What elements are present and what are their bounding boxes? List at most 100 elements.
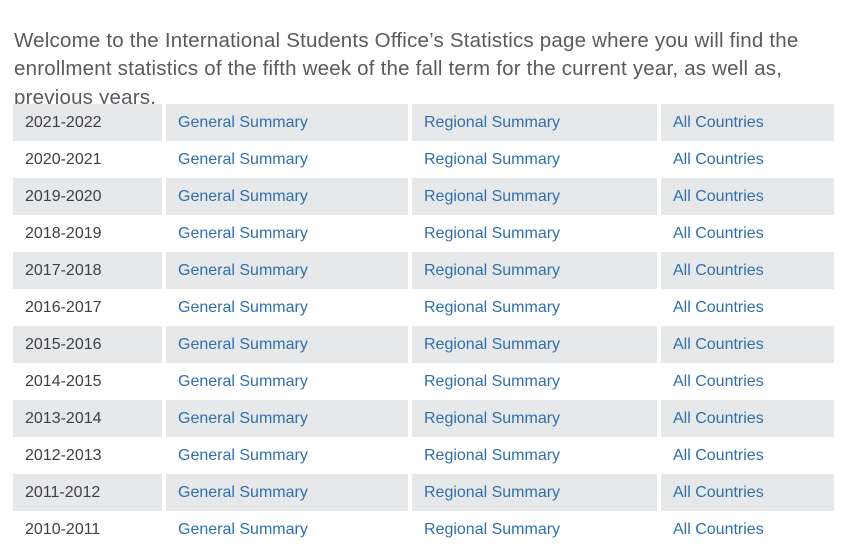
- cell-academic-year: 2011-2012: [13, 474, 164, 511]
- cell-regional: Regional Summary: [410, 511, 659, 548]
- regional-summary-link[interactable]: Regional Summary: [424, 373, 560, 390]
- cell-academic-year: 2018-2019: [13, 215, 164, 252]
- general-summary-link[interactable]: General Summary: [178, 336, 308, 353]
- cell-countries: All Countries: [659, 289, 834, 326]
- all-countries-link[interactable]: All Countries: [673, 484, 764, 501]
- table-row: 2015-2016General SummaryRegional Summary…: [13, 326, 834, 363]
- regional-summary-link[interactable]: Regional Summary: [424, 447, 560, 464]
- cell-general: General Summary: [164, 252, 410, 289]
- regional-summary-link[interactable]: Regional Summary: [424, 262, 560, 279]
- cell-countries: All Countries: [659, 252, 834, 289]
- cell-general: General Summary: [164, 326, 410, 363]
- cell-countries: All Countries: [659, 326, 834, 363]
- academic-year-label: 2012-2013: [25, 447, 102, 464]
- academic-year-label: 2013-2014: [25, 410, 102, 427]
- cell-general: General Summary: [164, 474, 410, 511]
- general-summary-link[interactable]: General Summary: [178, 262, 308, 279]
- academic-year-label: 2010-2011: [25, 521, 100, 538]
- academic-year-label: 2019-2020: [25, 188, 102, 205]
- regional-summary-link[interactable]: Regional Summary: [424, 225, 560, 242]
- academic-year-label: 2018-2019: [25, 225, 102, 242]
- cell-countries: All Countries: [659, 104, 834, 141]
- table-row: 2011-2012 General Summary Regional Summary…: [13, 474, 834, 511]
- cell-general: General Summary: [164, 511, 410, 548]
- general-summary-link[interactable]: General Summary: [178, 521, 308, 538]
- cell-academic-year: 2019-2020: [13, 178, 164, 215]
- cell-regional: Regional Summary: [410, 400, 659, 437]
- table-row: 2021-2022 General Summary Regional Summary…: [13, 104, 834, 141]
- academic-year-label: 2021-2022: [25, 114, 102, 131]
- table-row: 2013-2014 General Summary Regional Summary…: [13, 400, 834, 437]
- cell-academic-year: 2013-2014: [13, 400, 164, 437]
- cell-countries: All Countries: [659, 474, 834, 511]
- regional-summary-link[interactable]: Regional Summary: [424, 410, 560, 427]
- academic-year-label: 2017-2018: [25, 262, 102, 279]
- cell-countries: All Countries: [659, 363, 834, 400]
- cell-regional: Regional Summary: [410, 474, 659, 511]
- table-row: 2016-2017 General Summary Regional Summary…: [13, 289, 834, 326]
- regional-summary-link[interactable]: Regional Summary: [424, 484, 560, 501]
- table-row: 2010-2011 General Summary Regional Summary…: [13, 511, 834, 548]
- general-summary-link[interactable]: General Summary: [178, 447, 308, 464]
- academic-year-label: 2020-2021: [25, 151, 102, 168]
- cell-academic-year: 2010-2011: [13, 511, 164, 548]
- all-countries-link[interactable]: All Countries: [673, 151, 764, 168]
- regional-summary-link[interactable]: Regional Summary: [424, 114, 560, 131]
- cell-general: General Summary: [164, 400, 410, 437]
- table-row: 2018-2019 General Summary Regional Summary…: [13, 215, 834, 252]
- cell-general: General Summary: [164, 363, 410, 400]
- all-countries-link[interactable]: All Countries: [673, 114, 764, 131]
- general-summary-link[interactable]: General Summary: [178, 188, 308, 205]
- cell-countries: All Countries: [659, 511, 834, 548]
- general-summary-link[interactable]: General Summary: [178, 410, 308, 427]
- cell-countries: All Countries: [659, 178, 834, 215]
- cell-regional: Regional Summary: [410, 437, 659, 474]
- table-row: 2020-2021 General Summary Regional Summary…: [13, 141, 834, 178]
- all-countries-link[interactable]: All Countries: [673, 299, 764, 316]
- all-countries-link[interactable]: All Countries: [673, 447, 764, 464]
- general-summary-link[interactable]: General Summary: [178, 114, 308, 131]
- all-countries-link[interactable]: All Countries: [673, 262, 764, 279]
- cell-regional: Regional Summary: [410, 289, 659, 326]
- all-countries-link[interactable]: All Countries: [673, 521, 764, 538]
- all-countries-link[interactable]: All Countries: [673, 336, 764, 353]
- academic-year-label: 2014-2015: [25, 373, 102, 390]
- cell-regional: Regional Summary: [410, 141, 659, 178]
- cell-regional: Regional Summary: [410, 326, 659, 363]
- cell-general: General Summary: [164, 104, 410, 141]
- table-row: 2012-2013 General Summary Regional Summary…: [13, 437, 834, 474]
- regional-summary-link[interactable]: Regional Summary: [424, 336, 560, 353]
- all-countries-link[interactable]: All Countries: [673, 373, 764, 390]
- cell-academic-year: 2016-2017: [13, 289, 164, 326]
- cell-academic-year: 2020-2021: [13, 141, 164, 178]
- regional-summary-link[interactable]: Regional Summary: [424, 299, 560, 316]
- cell-countries: All Countries: [659, 437, 834, 474]
- all-countries-link[interactable]: All Countries: [673, 188, 764, 205]
- statistics-table-body: 2021-2022 General Summary Regional Summary…: [13, 104, 834, 548]
- table-row: 2019-2020 General Summary Regional Summary…: [13, 178, 834, 215]
- cell-countries: All Countries: [659, 215, 834, 252]
- cell-countries: All Countries: [659, 400, 834, 437]
- cell-regional: Regional Summary: [410, 363, 659, 400]
- general-summary-link[interactable]: General Summary: [178, 373, 308, 390]
- general-summary-link[interactable]: General Summary: [178, 151, 308, 168]
- general-summary-link[interactable]: General Summary: [178, 484, 308, 501]
- cell-academic-year: 2012-2013: [13, 437, 164, 474]
- cell-general: General Summary: [164, 141, 410, 178]
- regional-summary-link[interactable]: Regional Summary: [424, 188, 560, 205]
- all-countries-link[interactable]: All Countries: [673, 410, 764, 427]
- cell-regional: Regional Summary: [410, 104, 659, 141]
- table-row: 2014-2015 General Summary Regional Summary…: [13, 363, 834, 400]
- enrollment-statistics-table: 2021-2022 General Summary Regional Summary…: [13, 104, 834, 548]
- cell-countries: All Countries: [659, 141, 834, 178]
- general-summary-link[interactable]: General Summary: [178, 225, 308, 242]
- cell-general: General Summary: [164, 215, 410, 252]
- intro-paragraph: Welcome to the International Students Of…: [14, 27, 826, 113]
- regional-summary-link[interactable]: Regional Summary: [424, 151, 560, 168]
- general-summary-link[interactable]: General Summary: [178, 299, 308, 316]
- all-countries-link[interactable]: All Countries: [673, 225, 764, 242]
- cell-academic-year: 2017-2018: [13, 252, 164, 289]
- table-row: 2017-2018 General Summary Regional Summary…: [13, 252, 834, 289]
- statistics-page: Welcome to the International Students Of…: [0, 0, 859, 548]
- regional-summary-link[interactable]: Regional Summary: [424, 521, 560, 538]
